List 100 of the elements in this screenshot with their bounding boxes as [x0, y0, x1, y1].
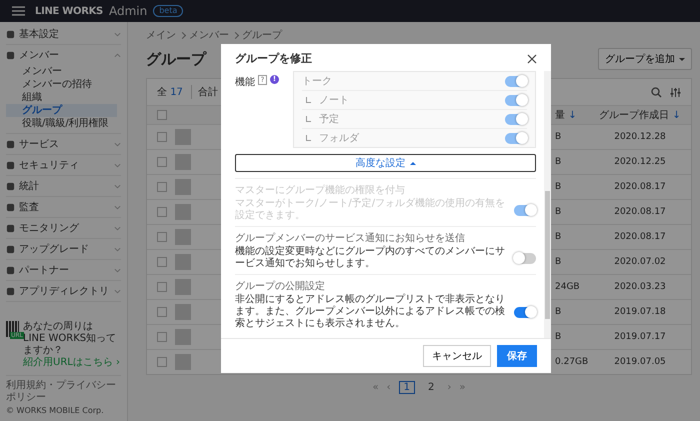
- table-cell-text: 2019.07.17: [613, 332, 667, 342]
- table-cell-text: 2019.07.05: [613, 357, 667, 367]
- table-cell-text: B: [555, 257, 562, 267]
- group-avatar-icon: [175, 129, 191, 145]
- scrollbar[interactable]: [544, 71, 551, 338]
- checkbox[interactable]: [157, 232, 167, 242]
- add-group-button[interactable]: グループを追加: [598, 48, 692, 70]
- field-label: 機能: [235, 76, 255, 89]
- checkbox[interactable]: [157, 132, 167, 142]
- feature-label: トーク: [302, 75, 333, 88]
- table-cell-text: 24GB: [555, 282, 581, 292]
- promo-text: LINE WORKS知ってますか？: [23, 333, 118, 357]
- sidebar-subitem[interactable]: 役職/職級/利用権限: [6, 117, 117, 130]
- table-cell-text: 2019.07.18: [613, 307, 667, 317]
- sidebar-item[interactable]: 基本設定: [6, 24, 121, 44]
- sidebar-item[interactable]: セキュリティ: [6, 155, 121, 175]
- filter-sliders-icon[interactable]: [670, 86, 681, 98]
- close-icon[interactable]: [527, 54, 537, 64]
- toggle-switch[interactable]: [514, 306, 536, 318]
- dialog-title: グループを修正: [235, 51, 312, 66]
- table-cell-text: B: [555, 332, 562, 342]
- table-cell-text: B: [555, 182, 562, 192]
- sidebar-subitem[interactable]: 組織: [6, 91, 117, 104]
- copyright: © WORKS MOBILE Corp.: [6, 406, 105, 415]
- sidebar-item[interactable]: 統計: [6, 176, 121, 196]
- feature-label: ノート: [319, 94, 350, 107]
- group-avatar-icon: [175, 204, 191, 220]
- table-cell-text: B: [555, 207, 562, 217]
- column-header[interactable]: 量 ↓: [555, 108, 591, 122]
- breadcrumb-link[interactable]: グループ: [242, 28, 282, 42]
- advanced-settings-button[interactable]: 高度な設定: [235, 154, 536, 172]
- promo-text: あなたの周りは: [23, 321, 94, 333]
- terms-link[interactable]: 利用規約・プライバシーポリシー: [6, 380, 121, 404]
- feature-label: 予定: [319, 112, 340, 126]
- setting-description: マスターがトーク/ノート/予定/フォルダ機能の使用の有無を設定できます。: [235, 198, 506, 222]
- table-cell-text: B: [555, 307, 562, 317]
- sum-label: 合計: [190, 85, 218, 99]
- setting-title: グループの公開設定: [235, 280, 326, 293]
- table-cell-text: 2020.08.17: [613, 232, 667, 242]
- page-link[interactable]: 1: [398, 381, 415, 394]
- brand-name: LINE WORKS: [35, 6, 103, 16]
- group-avatar-icon: [175, 229, 191, 245]
- group-avatar-icon: [175, 354, 191, 370]
- sidebar-item[interactable]: パートナー: [6, 260, 121, 280]
- checkbox[interactable]: [157, 157, 167, 167]
- checkbox[interactable]: [157, 307, 167, 317]
- branch-icon: [306, 97, 311, 103]
- table-cell-text: 2020.12.28: [613, 132, 667, 142]
- beta-badge: beta: [153, 5, 184, 17]
- sidebar-subitem[interactable]: メンバーの招待: [6, 78, 117, 91]
- breadcrumb-link[interactable]: メイン: [146, 28, 176, 42]
- group-avatar-icon: [175, 179, 191, 195]
- table-cell-text: 2020.03.23: [613, 282, 667, 292]
- table-cell-text: B: [555, 132, 562, 142]
- checkbox[interactable]: [157, 207, 167, 217]
- table-cell-text: 2020.08.17: [613, 182, 667, 192]
- table-cell-text: B: [555, 232, 562, 242]
- page-link[interactable]: 2: [423, 381, 440, 394]
- total-count: 全 17: [157, 86, 183, 99]
- group-avatar-icon: [175, 254, 191, 270]
- group-avatar-icon: [175, 304, 191, 320]
- branch-icon: [306, 135, 311, 141]
- table-cell-text: 2020.08.17: [613, 207, 667, 217]
- cancel-button[interactable]: キャンセル: [423, 345, 491, 367]
- table-cell-text: 2020.07.02: [613, 257, 667, 267]
- setting-description: 非公開にするとアドレス帳のグループリストで非表示となります。また、グループメンバー以外によるアドレス帳での検索とサジェストにも表示されません。: [235, 294, 506, 330]
- sidebar-subitem[interactable]: グループ: [6, 104, 117, 117]
- sidebar-item[interactable]: サービス: [6, 134, 121, 154]
- checkbox[interactable]: [157, 332, 167, 342]
- checkbox[interactable]: [157, 182, 167, 192]
- feature-label: フォルダ: [319, 132, 360, 145]
- group-avatar-icon: [175, 329, 191, 345]
- table-cell-text: B: [555, 157, 562, 167]
- setting-title: マスターにグループ機能の権限を付与: [235, 184, 406, 197]
- sidebar-item[interactable]: メンバー: [6, 45, 121, 65]
- column-header[interactable]: グループ作成日 ↓: [599, 108, 681, 122]
- caret-icon: [679, 58, 685, 60]
- table-cell-text: 2020.12.25: [613, 157, 667, 167]
- sidebar-item[interactable]: モニタリング: [6, 218, 121, 238]
- branch-icon: [306, 116, 311, 122]
- checkbox[interactable]: [157, 110, 167, 120]
- sidebar-item[interactable]: アプリディレクトリ: [6, 281, 121, 301]
- setting-description: 機能の設定変更時などにグループ内のすべてのメンバーにサービス通知でお知らせします。: [235, 246, 506, 270]
- toggle-switch[interactable]: [514, 252, 536, 264]
- group-avatar-icon: [175, 154, 191, 170]
- caret-icon: [410, 162, 416, 164]
- sidebar-item[interactable]: アップグレード: [6, 239, 121, 259]
- save-button[interactable]: 保存: [497, 345, 537, 367]
- brand-suffix: Admin: [108, 4, 148, 18]
- breadcrumb-link[interactable]: メンバー: [189, 28, 229, 42]
- setting-title: グループメンバーのサービス通知にお知らせを送信: [235, 232, 466, 245]
- checkbox[interactable]: [157, 257, 167, 267]
- table-cell-text: 0.27GB: [555, 357, 590, 367]
- group-avatar-icon: [175, 279, 191, 295]
- search-icon[interactable]: [651, 86, 662, 98]
- menu-icon[interactable]: [12, 6, 25, 16]
- checkbox[interactable]: [157, 357, 167, 367]
- sidebar-subitem[interactable]: メンバー: [6, 65, 117, 78]
- checkbox[interactable]: [157, 282, 167, 292]
- sidebar-item[interactable]: 監査: [6, 197, 121, 217]
